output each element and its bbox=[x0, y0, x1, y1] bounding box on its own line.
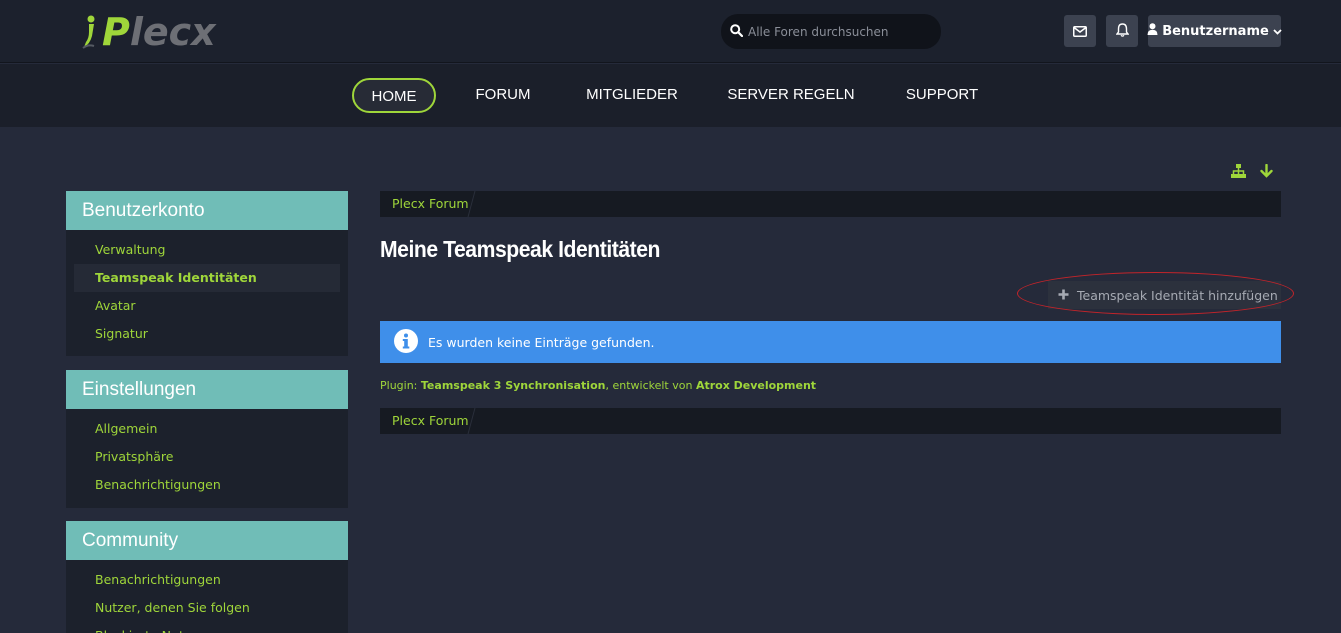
nav-mitglieder[interactable]: MITGLIEDER bbox=[580, 78, 684, 113]
breadcrumb-link[interactable]: Plecx Forum bbox=[380, 191, 481, 217]
sidebar-item-signatur[interactable]: Signatur bbox=[74, 320, 340, 348]
sidebar-item-following[interactable]: Nutzer, denen Sie folgen bbox=[74, 594, 340, 622]
bell-icon bbox=[1115, 22, 1129, 41]
nav-forum[interactable]: FORUM bbox=[466, 78, 540, 113]
nav-server-regeln[interactable]: SERVER REGELN bbox=[726, 78, 856, 113]
envelope-icon bbox=[1073, 22, 1087, 41]
search-box[interactable] bbox=[721, 14, 941, 49]
sidebar-item-allgemein[interactable]: Allgemein bbox=[74, 415, 340, 443]
sidebar-item-community-benachrichtigungen[interactable]: Benachrichtigungen bbox=[74, 566, 340, 594]
top-header: Plecx Benutzername bbox=[0, 0, 1341, 63]
sidebar-item-verwaltung[interactable]: Verwaltung bbox=[74, 236, 340, 264]
plugin-prefix: Plugin: bbox=[380, 379, 418, 392]
breadcrumb-bottom: Plecx Forum bbox=[380, 408, 1281, 434]
site-logo[interactable]: Plecx bbox=[80, 12, 216, 52]
sidebar-item-blocked[interactable]: Blockierte Nutzer bbox=[74, 622, 340, 633]
nav-support[interactable]: SUPPORT bbox=[898, 78, 986, 113]
username-label: Benutzername bbox=[1162, 23, 1269, 39]
main-navigation: HOME FORUM MITGLIEDER SERVER REGELN SUPP… bbox=[0, 64, 1341, 127]
sidebar-item-teamspeak-identitaeten[interactable]: Teamspeak Identitäten bbox=[74, 264, 340, 292]
plugin-credit: Plugin: Teamspeak 3 Synchronisation, ent… bbox=[380, 379, 816, 392]
info-icon bbox=[394, 328, 418, 356]
sidebar-item-privatsphaere[interactable]: Privatsphäre bbox=[74, 443, 340, 471]
nav-home[interactable]: HOME bbox=[352, 78, 436, 113]
sidebar-item-avatar[interactable]: Avatar bbox=[74, 292, 340, 320]
user-menu-button[interactable]: Benutzername bbox=[1147, 15, 1282, 47]
sitemap-icon[interactable] bbox=[1231, 163, 1247, 179]
logo-text: Plecx bbox=[102, 10, 216, 54]
messages-button[interactable] bbox=[1064, 15, 1096, 47]
sidebar-section-title: Einstellungen bbox=[66, 370, 348, 409]
sidebar-section-community: Community Benachrichtigungen Nutzer, den… bbox=[66, 521, 348, 633]
sidebar-section-settings: Einstellungen Allgemein Privatsphäre Ben… bbox=[66, 370, 348, 508]
plus-icon bbox=[1058, 288, 1069, 303]
plugin-middle: , entwickelt von bbox=[605, 379, 693, 392]
add-teamspeak-identity-button[interactable]: Teamspeak Identität hinzufügen bbox=[1048, 281, 1281, 309]
info-message-text: Es wurden keine Einträge gefunden. bbox=[428, 334, 655, 350]
user-icon bbox=[1147, 23, 1158, 39]
arrow-down-icon[interactable] bbox=[1260, 163, 1276, 179]
plugin-name-link[interactable]: Teamspeak 3 Synchronisation bbox=[421, 379, 606, 392]
plugin-author-link[interactable]: Atrox Development bbox=[696, 379, 816, 392]
search-input[interactable] bbox=[748, 24, 928, 39]
breadcrumb: Plecx Forum bbox=[380, 191, 1281, 217]
search-icon bbox=[730, 22, 744, 41]
chevron-down-icon bbox=[1273, 24, 1282, 39]
sidebar-section-title: Benutzerkonto bbox=[66, 191, 348, 230]
sidebar-section-title: Community bbox=[66, 521, 348, 560]
info-message: Es wurden keine Einträge gefunden. bbox=[380, 321, 1281, 363]
notifications-button[interactable] bbox=[1106, 15, 1138, 47]
sidebar-item-benachrichtigungen[interactable]: Benachrichtigungen bbox=[74, 471, 340, 499]
sidebar-section-account: Benutzerkonto Verwaltung Teamspeak Ident… bbox=[66, 191, 348, 356]
breadcrumb-link[interactable]: Plecx Forum bbox=[380, 408, 481, 434]
page-title: Meine Teamspeak Identitäten bbox=[380, 236, 660, 262]
logo-figure-icon bbox=[80, 14, 100, 50]
add-button-label: Teamspeak Identität hinzufügen bbox=[1077, 287, 1278, 303]
